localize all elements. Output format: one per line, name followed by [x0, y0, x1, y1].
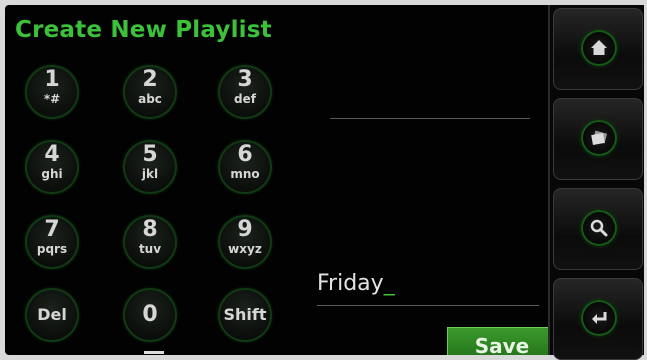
key-letters: mno	[230, 167, 260, 181]
key-digit: 4	[44, 142, 60, 167]
del-button[interactable]: Del	[25, 288, 79, 342]
key-8[interactable]: 8 tuv	[123, 215, 177, 269]
key-5[interactable]: 5 jkl	[123, 140, 177, 194]
key-cycle-indicator	[144, 351, 164, 354]
del-label: Del	[37, 305, 67, 324]
key-letters: wxyz	[228, 242, 262, 256]
key-letters: jkl	[141, 167, 159, 181]
key-letters: def	[234, 92, 256, 106]
key-digit: 6	[237, 142, 253, 167]
enter-icon	[581, 300, 617, 336]
key-letters: abc	[138, 92, 162, 106]
key-1[interactable]: 1 *#	[25, 65, 79, 119]
shift-button[interactable]: Shift	[218, 288, 272, 342]
shift-label: Shift	[223, 305, 267, 324]
input-underline	[317, 305, 539, 306]
enter-button[interactable]	[553, 278, 643, 360]
divider-line	[330, 118, 530, 119]
key-digit: 5	[142, 142, 158, 167]
search-icon	[581, 210, 617, 246]
key-3[interactable]: 3 def	[218, 65, 272, 119]
key-digit: 8	[142, 217, 158, 242]
key-digit: 1	[44, 67, 60, 92]
page-title: Create New Playlist	[15, 17, 272, 43]
albums-icon	[581, 120, 617, 156]
playlist-name-field[interactable]: Friday_	[317, 271, 395, 296]
key-letters: ghi	[41, 167, 63, 181]
key-0[interactable]: 0	[123, 288, 177, 342]
key-letters: pqrs	[36, 242, 68, 256]
key-7[interactable]: 7 pqrs	[25, 215, 79, 269]
save-button[interactable]: Save	[447, 327, 557, 355]
key-9[interactable]: 9 wxyz	[218, 215, 272, 269]
search-button[interactable]	[553, 188, 643, 270]
key-4[interactable]: 4 ghi	[25, 140, 79, 194]
key-digit: 9	[237, 217, 253, 242]
key-2[interactable]: 2 abc	[123, 65, 177, 119]
home-button[interactable]	[553, 8, 643, 90]
key-digit: 3	[237, 67, 253, 92]
key-digit: 2	[142, 67, 158, 92]
albums-button[interactable]	[553, 98, 643, 180]
text-caret: _	[383, 271, 395, 296]
key-letters: tuv	[138, 242, 162, 256]
key-digit: 0	[142, 302, 158, 327]
key-digit: 7	[44, 217, 60, 242]
key-6[interactable]: 6 mno	[218, 140, 272, 194]
playlist-name-value: Friday	[317, 271, 384, 296]
key-letters: *#	[43, 92, 61, 106]
device-screen: Create New Playlist 1 *# 2 abc 3 def 4 g…	[5, 5, 642, 355]
home-icon	[581, 30, 617, 66]
